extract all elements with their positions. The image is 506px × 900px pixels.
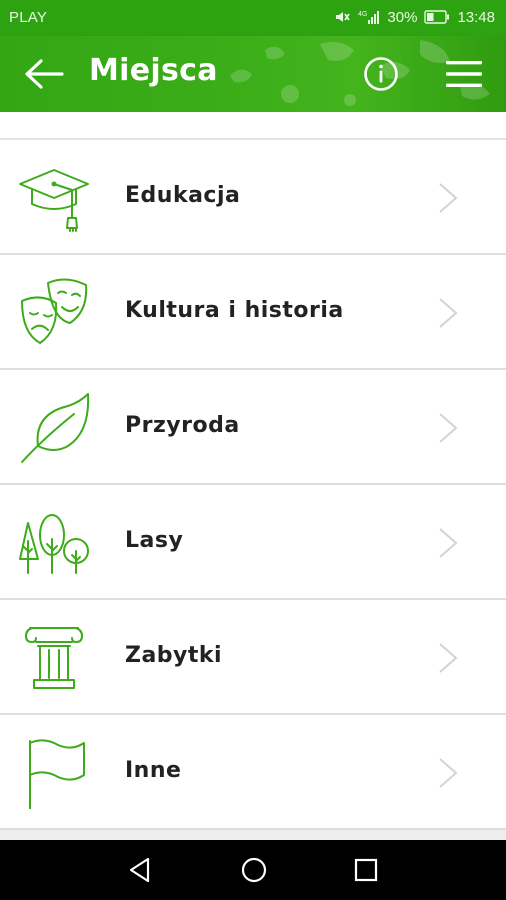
page-title: Miejsca	[89, 53, 218, 88]
category-label: Kultura i historia	[125, 298, 344, 323]
category-row-lasy[interactable]: Lasy	[0, 485, 506, 600]
column-icon	[25, 627, 83, 689]
chevron-right-icon	[439, 413, 458, 443]
clock: 13:48	[457, 8, 495, 26]
category-row-zabytki[interactable]: Zabytki	[0, 600, 506, 715]
category-label: Inne	[125, 758, 182, 783]
chevron-right-icon	[439, 183, 458, 213]
nav-back-icon[interactable]	[124, 854, 156, 886]
back-arrow-icon[interactable]	[22, 56, 66, 92]
chevron-right-icon	[439, 758, 458, 788]
category-label: Zabytki	[125, 643, 223, 668]
category-label: Edukacja	[125, 183, 241, 208]
hamburger-menu-icon[interactable]	[444, 58, 484, 90]
carrier-label: PLAY	[9, 9, 48, 26]
category-label: Lasy	[125, 528, 184, 553]
status-icons: 4G 30% 13:48	[333, 8, 495, 26]
battery-percent: 30%	[387, 8, 418, 26]
category-row-przyroda[interactable]: Przyroda	[0, 370, 506, 485]
nav-home-icon[interactable]	[238, 854, 270, 886]
category-row-edukacja[interactable]: Edukacja	[0, 140, 506, 255]
trees-icon	[19, 514, 89, 574]
info-icon[interactable]	[363, 56, 399, 92]
system-nav-bar	[0, 840, 506, 900]
flag-icon	[29, 739, 85, 809]
theater-masks-icon	[21, 278, 88, 344]
chevron-right-icon	[439, 528, 458, 558]
leaf-icon	[21, 393, 90, 463]
chevron-right-icon	[439, 643, 458, 673]
chevron-right-icon	[439, 298, 458, 328]
nav-recents-icon[interactable]	[350, 854, 382, 886]
app-bar: Miejsca	[0, 36, 506, 112]
graduation-cap-icon	[19, 169, 89, 232]
battery-icon	[424, 10, 450, 24]
list-top-strip	[0, 112, 506, 140]
category-row-inne[interactable]: Inne	[0, 715, 506, 830]
category-row-kultura-i-historia[interactable]: Kultura i historia	[0, 255, 506, 370]
category-list: Edukacja Kultura i historia Przyroda Las…	[0, 112, 506, 840]
signal-icon: 4G	[358, 11, 380, 24]
mute-icon	[336, 12, 351, 22]
status-bar: PLAY 4G 30% 13:48	[0, 0, 506, 36]
category-label: Przyroda	[125, 413, 240, 438]
svg-text:4G: 4G	[358, 11, 367, 18]
